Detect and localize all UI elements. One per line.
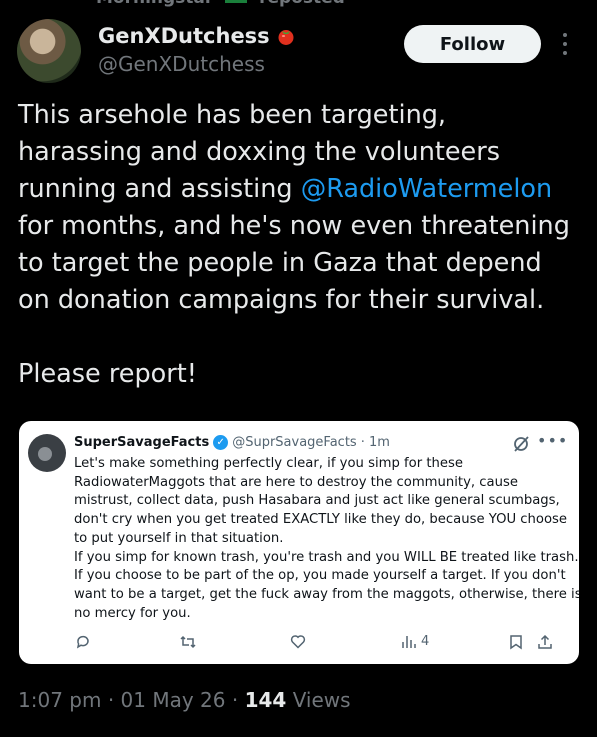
like-icon [290, 634, 306, 649]
repost-context: Morningstar reposted [96, 0, 345, 8]
meta-separator: · [107, 688, 115, 712]
quote-time: · 1m [360, 435, 390, 450]
post-time[interactable]: 1:07 pm [18, 688, 101, 712]
author-display-name[interactable]: GenXDutchess [98, 24, 270, 48]
follow-button[interactable]: Follow [404, 25, 541, 63]
quote-line: If you choose to be part of the op, you … [74, 568, 566, 584]
quote-views-count: 4 [421, 634, 430, 649]
quote-line: want to be a target, get the fuck away f… [74, 586, 579, 602]
quote-line: If you simp for known trash, you're tras… [74, 549, 579, 565]
post-date[interactable]: 01 May 26 [121, 688, 226, 712]
quote-header: SuperSavageFacts ✓ @SuprSavageFacts · 1m [74, 435, 390, 450]
views-label: Views [292, 688, 351, 712]
quote-line: RadiowaterMaggots that are here to destr… [74, 474, 518, 490]
views-icon [402, 636, 416, 648]
quote-line: mistrust, collect data, push Hasabara an… [74, 493, 560, 509]
flag-icon [225, 0, 248, 3]
quote-avatar [28, 434, 66, 472]
repost-status: reposted [259, 0, 345, 8]
quoted-post-image[interactable]: SuperSavageFacts ✓ @SuprSavageFacts · 1m… [19, 421, 579, 664]
repost-icon [179, 634, 197, 650]
quote-actions: 4 [19, 634, 579, 654]
tomato-icon [276, 26, 296, 46]
post-line: running and assisting @RadioWatermelon [18, 171, 588, 208]
quote-text: Let's make something perfectly clear, if… [74, 455, 579, 623]
quote-line: to put yourself in that situation. [74, 530, 284, 546]
reply-icon [75, 634, 91, 650]
post-line: to target the people in Gaza that depend [18, 248, 542, 278]
more-options-icon[interactable] [558, 33, 572, 55]
author-avatar[interactable] [17, 19, 81, 83]
bookmark-icon [509, 634, 523, 650]
quote-more-icon: ••• [537, 431, 569, 450]
quote-display-name: SuperSavageFacts [74, 435, 210, 450]
quote-line: don't cry when you get treated EXACTLY l… [74, 512, 568, 528]
share-icon [537, 634, 553, 650]
quote-handle: @SuprSavageFacts [232, 435, 357, 450]
quote-line: Let's make something perfectly clear, if… [74, 456, 463, 471]
views-stat: 4 [401, 634, 429, 649]
author-handle[interactable]: @GenXDutchess [98, 52, 265, 76]
post-meta: 1:07 pm · 01 May 26 · 144 Views [18, 688, 351, 712]
post-line: Please report! [18, 359, 197, 389]
post-line: This arsehole has been targeting, [18, 100, 447, 130]
quote-line: no mercy for you. [74, 605, 191, 621]
author-name-row: GenXDutchess [98, 24, 296, 48]
post-line: on donation campaigns for their survival… [18, 285, 545, 315]
post-body: This arsehole has been targeting, harass… [18, 97, 588, 393]
post-line-text: running and assisting [18, 174, 301, 204]
views-count: 144 [244, 688, 287, 712]
verified-icon: ✓ [213, 435, 229, 450]
meta-separator: · [231, 688, 239, 712]
post-line: harassing and doxxing the volunteers [18, 137, 501, 167]
repost-name: Morningstar [96, 0, 213, 8]
grok-icon [512, 435, 530, 457]
post-line: for months, and he's now even threatenin… [18, 211, 570, 241]
mention-link[interactable]: @RadioWatermelon [301, 174, 552, 204]
